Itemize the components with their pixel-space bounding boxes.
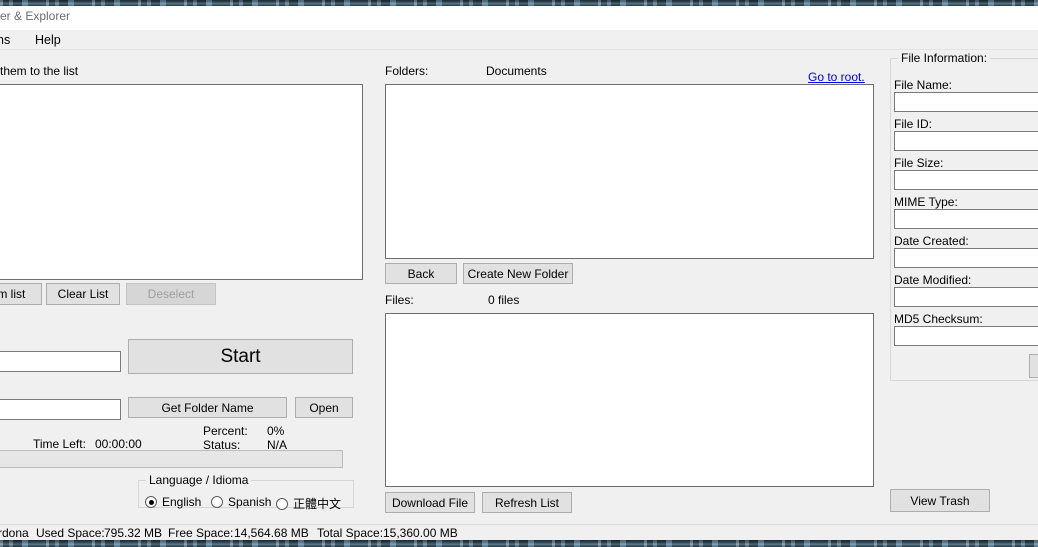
radio-dot-icon	[276, 497, 288, 510]
radio-dot-icon	[145, 496, 157, 508]
used-space-label: Used Space:	[36, 526, 105, 540]
mime-type-field[interactable]	[894, 209, 1038, 229]
file-name-field[interactable]	[894, 92, 1038, 112]
start-button[interactable]: Start	[128, 339, 353, 374]
folder-path-field[interactable]	[0, 399, 121, 420]
status-account-name: rdona	[0, 526, 29, 540]
view-trash-button[interactable]: View Trash	[890, 489, 990, 512]
files-label: Files:	[385, 293, 414, 307]
clear-list-button[interactable]: Clear List	[46, 283, 120, 305]
language-groupbox-title: Language / Idioma	[146, 473, 252, 487]
left-instruction-label: them to the list	[0, 64, 79, 78]
md5-checksum-field[interactable]	[894, 326, 1038, 346]
title-bar: er & Explorer	[0, 6, 1038, 31]
radio-label-spanish: Spanish	[228, 495, 272, 509]
file-id-field[interactable]	[894, 131, 1038, 151]
selected-files-listbox[interactable]	[0, 84, 363, 280]
radio-label-chinese: 正體中文	[293, 497, 342, 511]
current-folder-name: Documents	[486, 64, 547, 78]
radio-language-english[interactable]: English	[145, 495, 201, 509]
refresh-list-button[interactable]: Refresh List	[482, 492, 572, 513]
folder-name-field[interactable]	[0, 351, 121, 372]
file-name-label: File Name:	[894, 78, 953, 92]
total-space-label: Total Space:	[317, 526, 384, 540]
radio-label-english: English	[162, 495, 202, 509]
files-count-label: 0 files	[488, 293, 520, 307]
open-button[interactable]: Open	[295, 397, 353, 418]
back-button[interactable]: Back	[385, 263, 457, 284]
clipped-right-button[interactable]	[1029, 354, 1038, 378]
date-created-field[interactable]	[894, 248, 1038, 268]
file-information-title: File Information:	[898, 51, 991, 65]
time-left-label: Time Left:	[33, 437, 86, 451]
md5-checksum-label: MD5 Checksum:	[894, 312, 983, 326]
mime-type-label: MIME Type:	[894, 195, 958, 209]
free-space-value: 14,564.68 MB	[234, 526, 309, 540]
upload-progress-bar	[0, 450, 343, 468]
deselect-button: Deselect	[126, 283, 216, 305]
desktop-background-bottom	[0, 540, 1038, 547]
create-new-folder-button[interactable]: Create New Folder	[463, 263, 573, 284]
percent-value: 0%	[267, 424, 285, 438]
date-modified-field[interactable]	[894, 287, 1038, 307]
status-bar: rdona Used Space: 795.32 MB Free Space: …	[0, 524, 1038, 540]
radio-language-chinese[interactable]: 正體中文	[276, 495, 341, 512]
date-modified-label: Date Modified:	[894, 273, 972, 287]
get-folder-name-button[interactable]: Get Folder Name	[128, 397, 287, 418]
free-space-label: Free Space:	[168, 526, 234, 540]
radio-dot-icon	[211, 496, 223, 508]
date-created-label: Date Created:	[894, 234, 969, 248]
download-file-button[interactable]: Download File	[385, 492, 475, 513]
total-space-value: 15,360.00 MB	[383, 526, 458, 540]
file-size-field[interactable]	[894, 170, 1038, 190]
folders-label: Folders:	[385, 64, 429, 78]
percent-label: Percent:	[203, 424, 248, 438]
menu-item-help[interactable]: Help	[30, 32, 66, 48]
folders-listbox[interactable]	[385, 84, 874, 259]
remove-from-list-button[interactable]: om list	[0, 283, 42, 305]
menu-bar: ns Help	[0, 30, 1038, 50]
file-id-label: File ID:	[894, 117, 933, 131]
radio-language-spanish[interactable]: Spanish	[211, 495, 271, 509]
window-title: er & Explorer	[0, 9, 71, 23]
file-size-label: File Size:	[894, 156, 944, 170]
go-to-root-link[interactable]: Go to root.	[808, 70, 865, 84]
files-listbox[interactable]	[385, 313, 874, 487]
desktop-wallpaper	[0, 540, 1038, 547]
time-left-value: 00:00:00	[95, 437, 142, 451]
used-space-value: 795.32 MB	[104, 526, 163, 540]
menu-item-options[interactable]: ns	[0, 32, 15, 48]
application-window: er & Explorer ns Help them to the list o…	[0, 6, 1038, 540]
